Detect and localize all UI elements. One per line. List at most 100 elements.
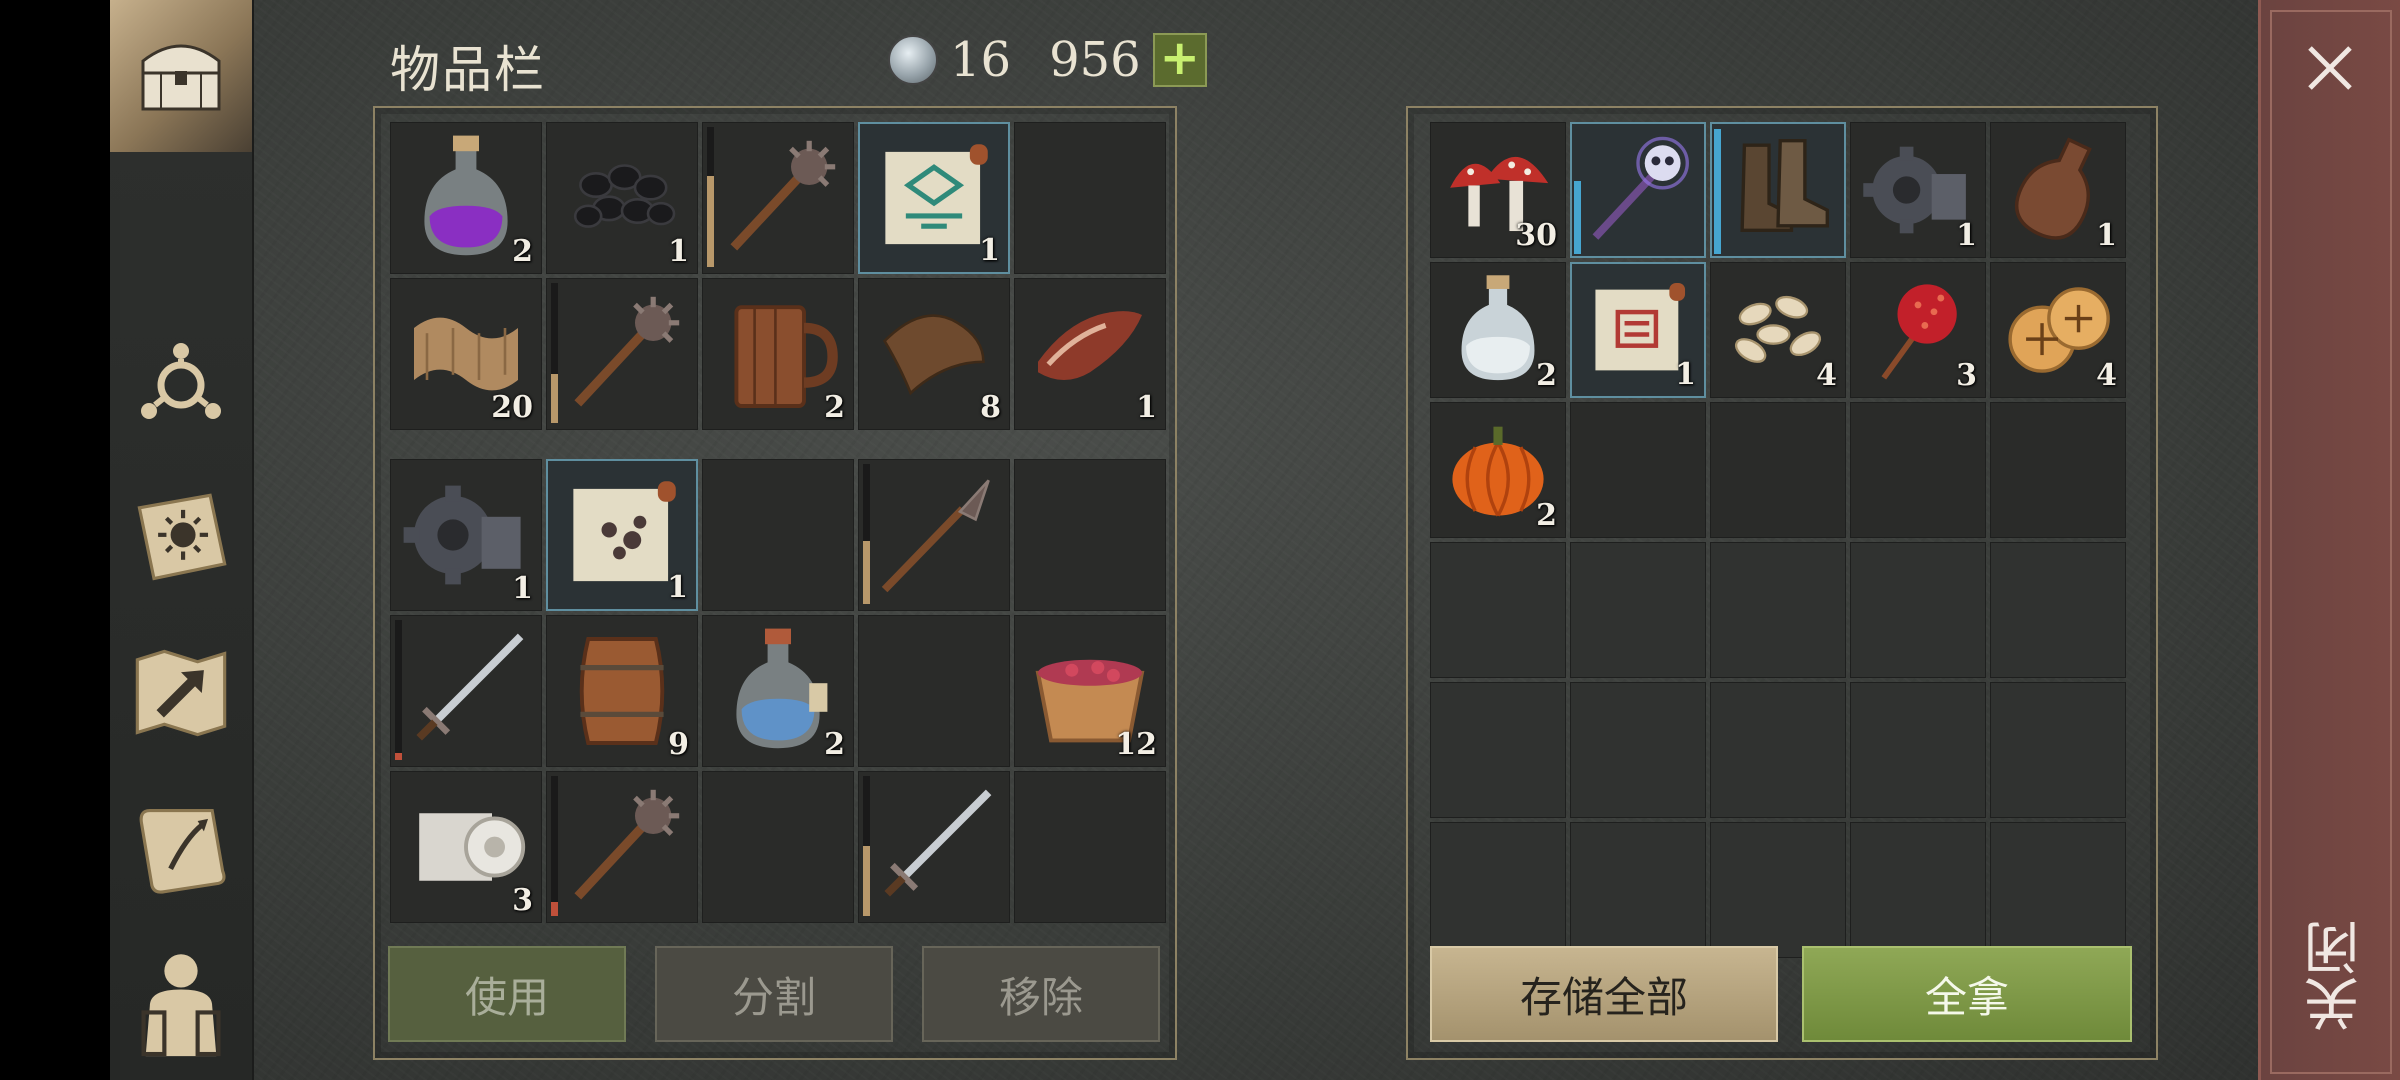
inventory-quickbar-slot[interactable]: 1 <box>858 122 1010 274</box>
storage-slot[interactable] <box>1710 822 1846 958</box>
sidebar <box>110 0 254 1080</box>
storage-slot[interactable]: 1 <box>1570 262 1706 398</box>
storage-slot[interactable] <box>1850 682 1986 818</box>
inventory-quickbar-slot[interactable]: 20 <box>390 278 542 430</box>
inventory-quickbar-slot[interactable] <box>546 278 698 430</box>
inventory-backpack-slot[interactable] <box>390 615 542 767</box>
take-all-button[interactable]: 全拿 <box>1802 946 2132 1042</box>
inventory-quickbar-slot[interactable] <box>702 122 854 274</box>
durability-bar <box>551 283 558 423</box>
storage-slot[interactable] <box>1570 122 1706 258</box>
skull-staff-icon <box>1582 134 1694 246</box>
item-count: 3 <box>1956 358 1977 393</box>
storage-slot[interactable] <box>1710 542 1846 678</box>
quality-bar <box>1574 181 1581 254</box>
storage-slot[interactable]: 2 <box>1430 402 1566 538</box>
durability-bar <box>707 127 714 267</box>
close-label[interactable]: 关闭 <box>2296 920 2377 1032</box>
currency-amount-units: 956 <box>1049 32 1141 88</box>
item-count: 1 <box>668 234 689 269</box>
inventory-backpack-slot[interactable]: 1 <box>546 459 698 611</box>
inventory-backpack-slot[interactable]: 2 <box>702 615 854 767</box>
storage-slot[interactable] <box>1710 402 1846 538</box>
item-count: 1 <box>2096 218 2117 253</box>
inventory-backpack-slot[interactable] <box>702 771 854 923</box>
character-icon[interactable] <box>128 948 234 1057</box>
inventory-backpack-slot[interactable]: 1 <box>390 459 542 611</box>
storage-slot[interactable] <box>1990 682 2126 818</box>
item-count: 12 <box>1115 727 1157 762</box>
storage-grid: 30 1 1 2 1 4 3 4 2 <box>1430 122 2126 958</box>
store-all-button[interactable]: 存储全部 <box>1430 946 1778 1042</box>
storage-slot[interactable] <box>1990 542 2126 678</box>
storage-slot[interactable]: 2 <box>1430 262 1566 398</box>
inventory-backpack-slot[interactable] <box>1014 771 1166 923</box>
inventory-quickbar-slot[interactable] <box>1014 122 1166 274</box>
storage-slot[interactable]: 3 <box>1850 262 1986 398</box>
boots-icon <box>1722 134 1834 246</box>
inventory-backpack-slot[interactable] <box>858 459 1010 611</box>
crafting-icon[interactable] <box>128 330 234 436</box>
storage-slot[interactable] <box>1430 682 1566 818</box>
item-count: 4 <box>2096 358 2117 393</box>
sword-icon <box>401 626 531 756</box>
inventory-quickbar-slot[interactable]: 1 <box>1014 278 1166 430</box>
item-count: 1 <box>1956 218 1977 253</box>
add-currency-button[interactable]: + <box>1152 33 1207 87</box>
inventory-backpack-slot[interactable]: 3 <box>390 771 542 923</box>
item-count: 3 <box>512 883 533 918</box>
mace-icon <box>557 782 687 912</box>
journal-sun-icon[interactable] <box>128 486 234 592</box>
inventory-backpack-slot[interactable] <box>702 459 854 611</box>
inventory-quickbar-slot[interactable]: 1 <box>546 122 698 274</box>
durability-bar <box>395 620 402 760</box>
storage-slot[interactable] <box>1570 682 1706 818</box>
sidebar-tab-inventory[interactable] <box>110 0 252 152</box>
inventory-quickbar-slot[interactable]: 2 <box>702 278 854 430</box>
inventory-backpack-slot[interactable]: 12 <box>1014 615 1166 767</box>
storage-slot[interactable]: 1 <box>1850 122 1986 258</box>
storage-slot[interactable] <box>1710 122 1846 258</box>
item-count: 2 <box>1536 498 1557 533</box>
split-button[interactable]: 分割 <box>655 946 893 1042</box>
close-icon[interactable] <box>2300 38 2360 98</box>
item-count: 2 <box>824 390 845 425</box>
storage-slot[interactable] <box>1570 822 1706 958</box>
currency-display: 16 956 + <box>888 32 1207 88</box>
storage-slot[interactable] <box>1850 402 1986 538</box>
map-icon[interactable] <box>128 640 234 746</box>
spear-icon <box>869 470 999 600</box>
inventory-backpack-grid: 1 1 9 2 12 3 <box>390 459 1166 923</box>
chest-icon <box>128 18 234 124</box>
item-count: 2 <box>1536 358 1557 393</box>
storage-slot[interactable] <box>1570 402 1706 538</box>
use-button[interactable]: 使用 <box>388 946 626 1042</box>
storage-slot[interactable]: 4 <box>1990 262 2126 398</box>
inventory-title: 物品栏 <box>390 41 546 99</box>
storage-slot[interactable] <box>1850 822 1986 958</box>
storage-slot[interactable] <box>1710 682 1846 818</box>
storage-slot[interactable] <box>1430 822 1566 958</box>
quality-bar <box>1714 128 1721 254</box>
inventory-backpack-slot[interactable] <box>858 771 1010 923</box>
inventory-backpack-slot[interactable] <box>858 615 1010 767</box>
storage-slot[interactable]: 1 <box>1990 122 2126 258</box>
storage-slot[interactable]: 30 <box>1430 122 1566 258</box>
inventory-backpack-slot[interactable] <box>546 771 698 923</box>
storage-slot[interactable] <box>1990 402 2126 538</box>
item-count: 20 <box>491 390 533 425</box>
remove-button[interactable]: 移除 <box>922 946 1160 1042</box>
quest-scroll-icon[interactable] <box>128 795 234 901</box>
storage-slot[interactable] <box>1570 542 1706 678</box>
inventory-quickbar-slot[interactable]: 2 <box>390 122 542 274</box>
storage-slot[interactable] <box>1850 542 1986 678</box>
mace-icon <box>557 289 687 419</box>
item-count: 30 <box>1515 218 1557 253</box>
storage-slot[interactable] <box>1430 542 1566 678</box>
sword-icon <box>869 782 999 912</box>
inventory-quickbar-slot[interactable]: 8 <box>858 278 1010 430</box>
inventory-backpack-slot[interactable]: 9 <box>546 615 698 767</box>
storage-slot[interactable] <box>1990 822 2126 958</box>
storage-slot[interactable]: 4 <box>1710 262 1846 398</box>
inventory-backpack-slot[interactable] <box>1014 459 1166 611</box>
